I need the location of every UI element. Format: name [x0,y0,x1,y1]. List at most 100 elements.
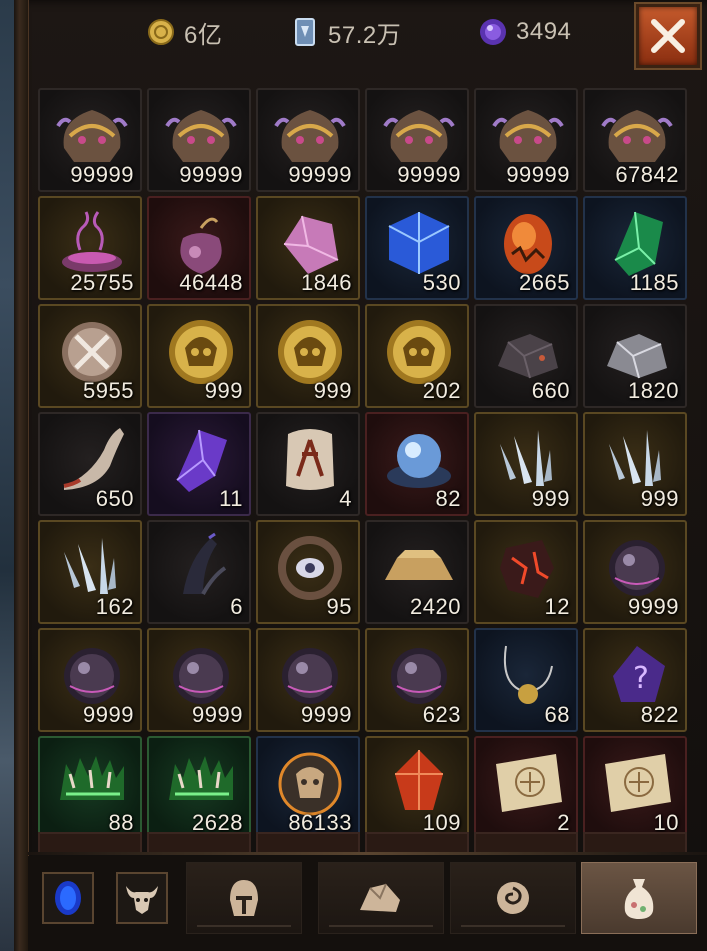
item-count: 9999 [301,702,352,727]
panel-border [14,0,29,951]
inventory-slot[interactable]: ? 822 [583,628,687,732]
item-count: 822 [640,702,679,727]
helmet-icon [230,880,258,916]
close-button[interactable] [636,4,700,68]
tab-equipment[interactable] [186,862,302,934]
inventory-slot[interactable]: 4 [256,412,360,516]
item-count: 99999 [179,162,243,187]
item-count: 202 [422,378,461,403]
gold-currency: 6亿 [146,14,222,50]
dragon-helm-icon [274,110,346,162]
inventory-slot[interactable]: 95 [256,520,360,624]
item-count: 95 [326,594,352,619]
inventory-slot[interactable]: 1846 [256,196,360,300]
inventory-slot[interactable]: 11 [147,412,251,516]
inventory-slot[interactable]: 9999 [256,628,360,732]
item-count: 999 [204,378,243,403]
tab-loot[interactable] [581,862,697,934]
bone-horn-icon [63,428,124,490]
mystery-rune-icon: ? [613,646,665,702]
tab-runes[interactable] [450,862,576,934]
item-count: 660 [531,378,570,403]
tab-materials[interactable] [318,862,444,934]
item-count: 1185 [629,270,679,295]
stone-pile-icon [360,883,400,912]
inventory-slot[interactable]: 1185 [583,196,687,300]
inventory-slot[interactable]: 530 [365,196,469,300]
inventory-slot[interactable]: 99999 [147,88,251,192]
purple-orb-icon [478,17,508,47]
inventory-slot[interactable]: 99999 [38,88,142,192]
item-count: 99999 [70,162,134,187]
silver-ore-icon [607,334,667,379]
inventory-slot[interactable]: 2665 [474,196,578,300]
item-count: 9999 [192,702,243,727]
item-count: 162 [95,594,134,619]
background-scenery [0,0,14,951]
inventory-slot[interactable]: 162 [38,520,142,624]
amethyst-shard-icon [176,429,227,492]
inventory-slot[interactable]: 660 [474,304,578,408]
inventory-slot[interactable]: 82 [365,412,469,516]
item-count: 650 [95,486,134,511]
inventory-slot[interactable]: 2420 [365,520,469,624]
inventory-slot[interactable]: 10 [583,736,687,840]
inventory-slot[interactable]: 99999 [365,88,469,192]
inventory-slot[interactable]: 650 [38,412,142,516]
inventory-slot[interactable]: 999 [256,304,360,408]
item-count: 1846 [301,270,352,295]
inventory-slot[interactable]: 623 [365,628,469,732]
green-crystal-icon [614,211,663,276]
inventory-slot[interactable]: 9999 [38,628,142,732]
crystal-card-icon [290,17,320,47]
item-count: 67842 [615,162,679,187]
inventory-slot[interactable]: 12 [474,520,578,624]
blue-cube-icon [388,212,450,274]
dragon-helm-icon [601,110,673,162]
golden-skull-coin-icon [387,320,451,384]
item-count: 5955 [83,378,134,403]
inventory-slot[interactable]: 67842 [583,88,687,192]
green-antler-crown-icon [169,756,233,800]
inventory-slot[interactable]: 9999 [583,520,687,624]
inventory-slot[interactable]: 999 [147,304,251,408]
inventory-slot[interactable]: 68 [474,628,578,732]
gold-bar-icon [385,550,453,580]
inventory-slot[interactable]: 46448 [147,196,251,300]
inventory-slot[interactable]: 999 [583,412,687,516]
item-count: 99999 [506,162,570,187]
inventory-slot[interactable]: 6 [147,520,251,624]
inventory-slot[interactable]: 86133 [256,736,360,840]
inventory-slot[interactable]: 25755 [38,196,142,300]
swirl-rune-icon [497,882,529,914]
bull-skull-button[interactable] [116,872,168,924]
inventory-slot[interactable]: 88 [38,736,142,840]
item-count: 99999 [397,162,461,187]
item-count: 999 [531,486,570,511]
loot-bag-icon [624,879,654,919]
inventory-slot[interactable]: 2628 [147,736,251,840]
bottom-bar [28,856,707,951]
inventory-slot[interactable]: 99999 [474,88,578,192]
inventory-slot[interactable]: 2 [474,736,578,840]
inventory-slot[interactable]: 999 [474,412,578,516]
inventory-slot[interactable]: 202 [365,304,469,408]
inventory-slot[interactable]: 1820 [583,304,687,408]
item-count: 82 [435,486,461,511]
item-count: 12 [544,594,570,619]
item-count: 25755 [70,270,134,295]
item-count: 9999 [628,594,679,619]
portal-button[interactable] [42,872,94,924]
golden-skull-coin-icon [278,320,342,384]
item-count: 11 [219,486,243,511]
inventory-slot[interactable]: 5955 [38,304,142,408]
inventory-slot[interactable]: 9999 [147,628,251,732]
inventory-slot[interactable]: 99999 [256,88,360,192]
blue-egg-nest-icon [387,434,451,488]
dark-pearl-icon [64,648,120,704]
ice-crystal-cluster-icon [609,430,661,486]
dragon-helm-icon [56,110,128,162]
purple-pouch-icon [180,217,222,274]
item-count: 530 [422,270,461,295]
inventory-slot[interactable]: 109 [365,736,469,840]
